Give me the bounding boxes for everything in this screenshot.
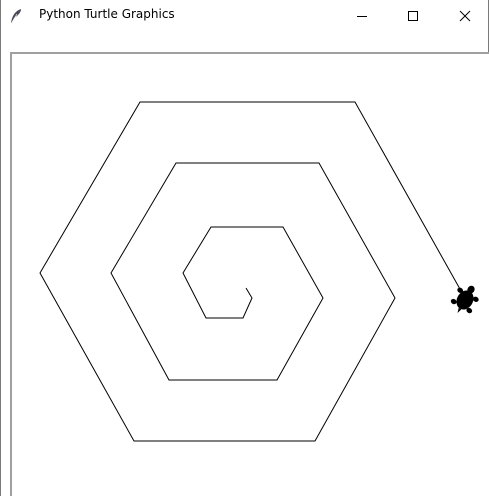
spiral-path bbox=[39, 101, 466, 442]
turtle-cursor bbox=[450, 285, 479, 314]
turtle-window: Python Turtle Graphics bbox=[0, 0, 489, 496]
turtle-canvas bbox=[39, 101, 479, 442]
